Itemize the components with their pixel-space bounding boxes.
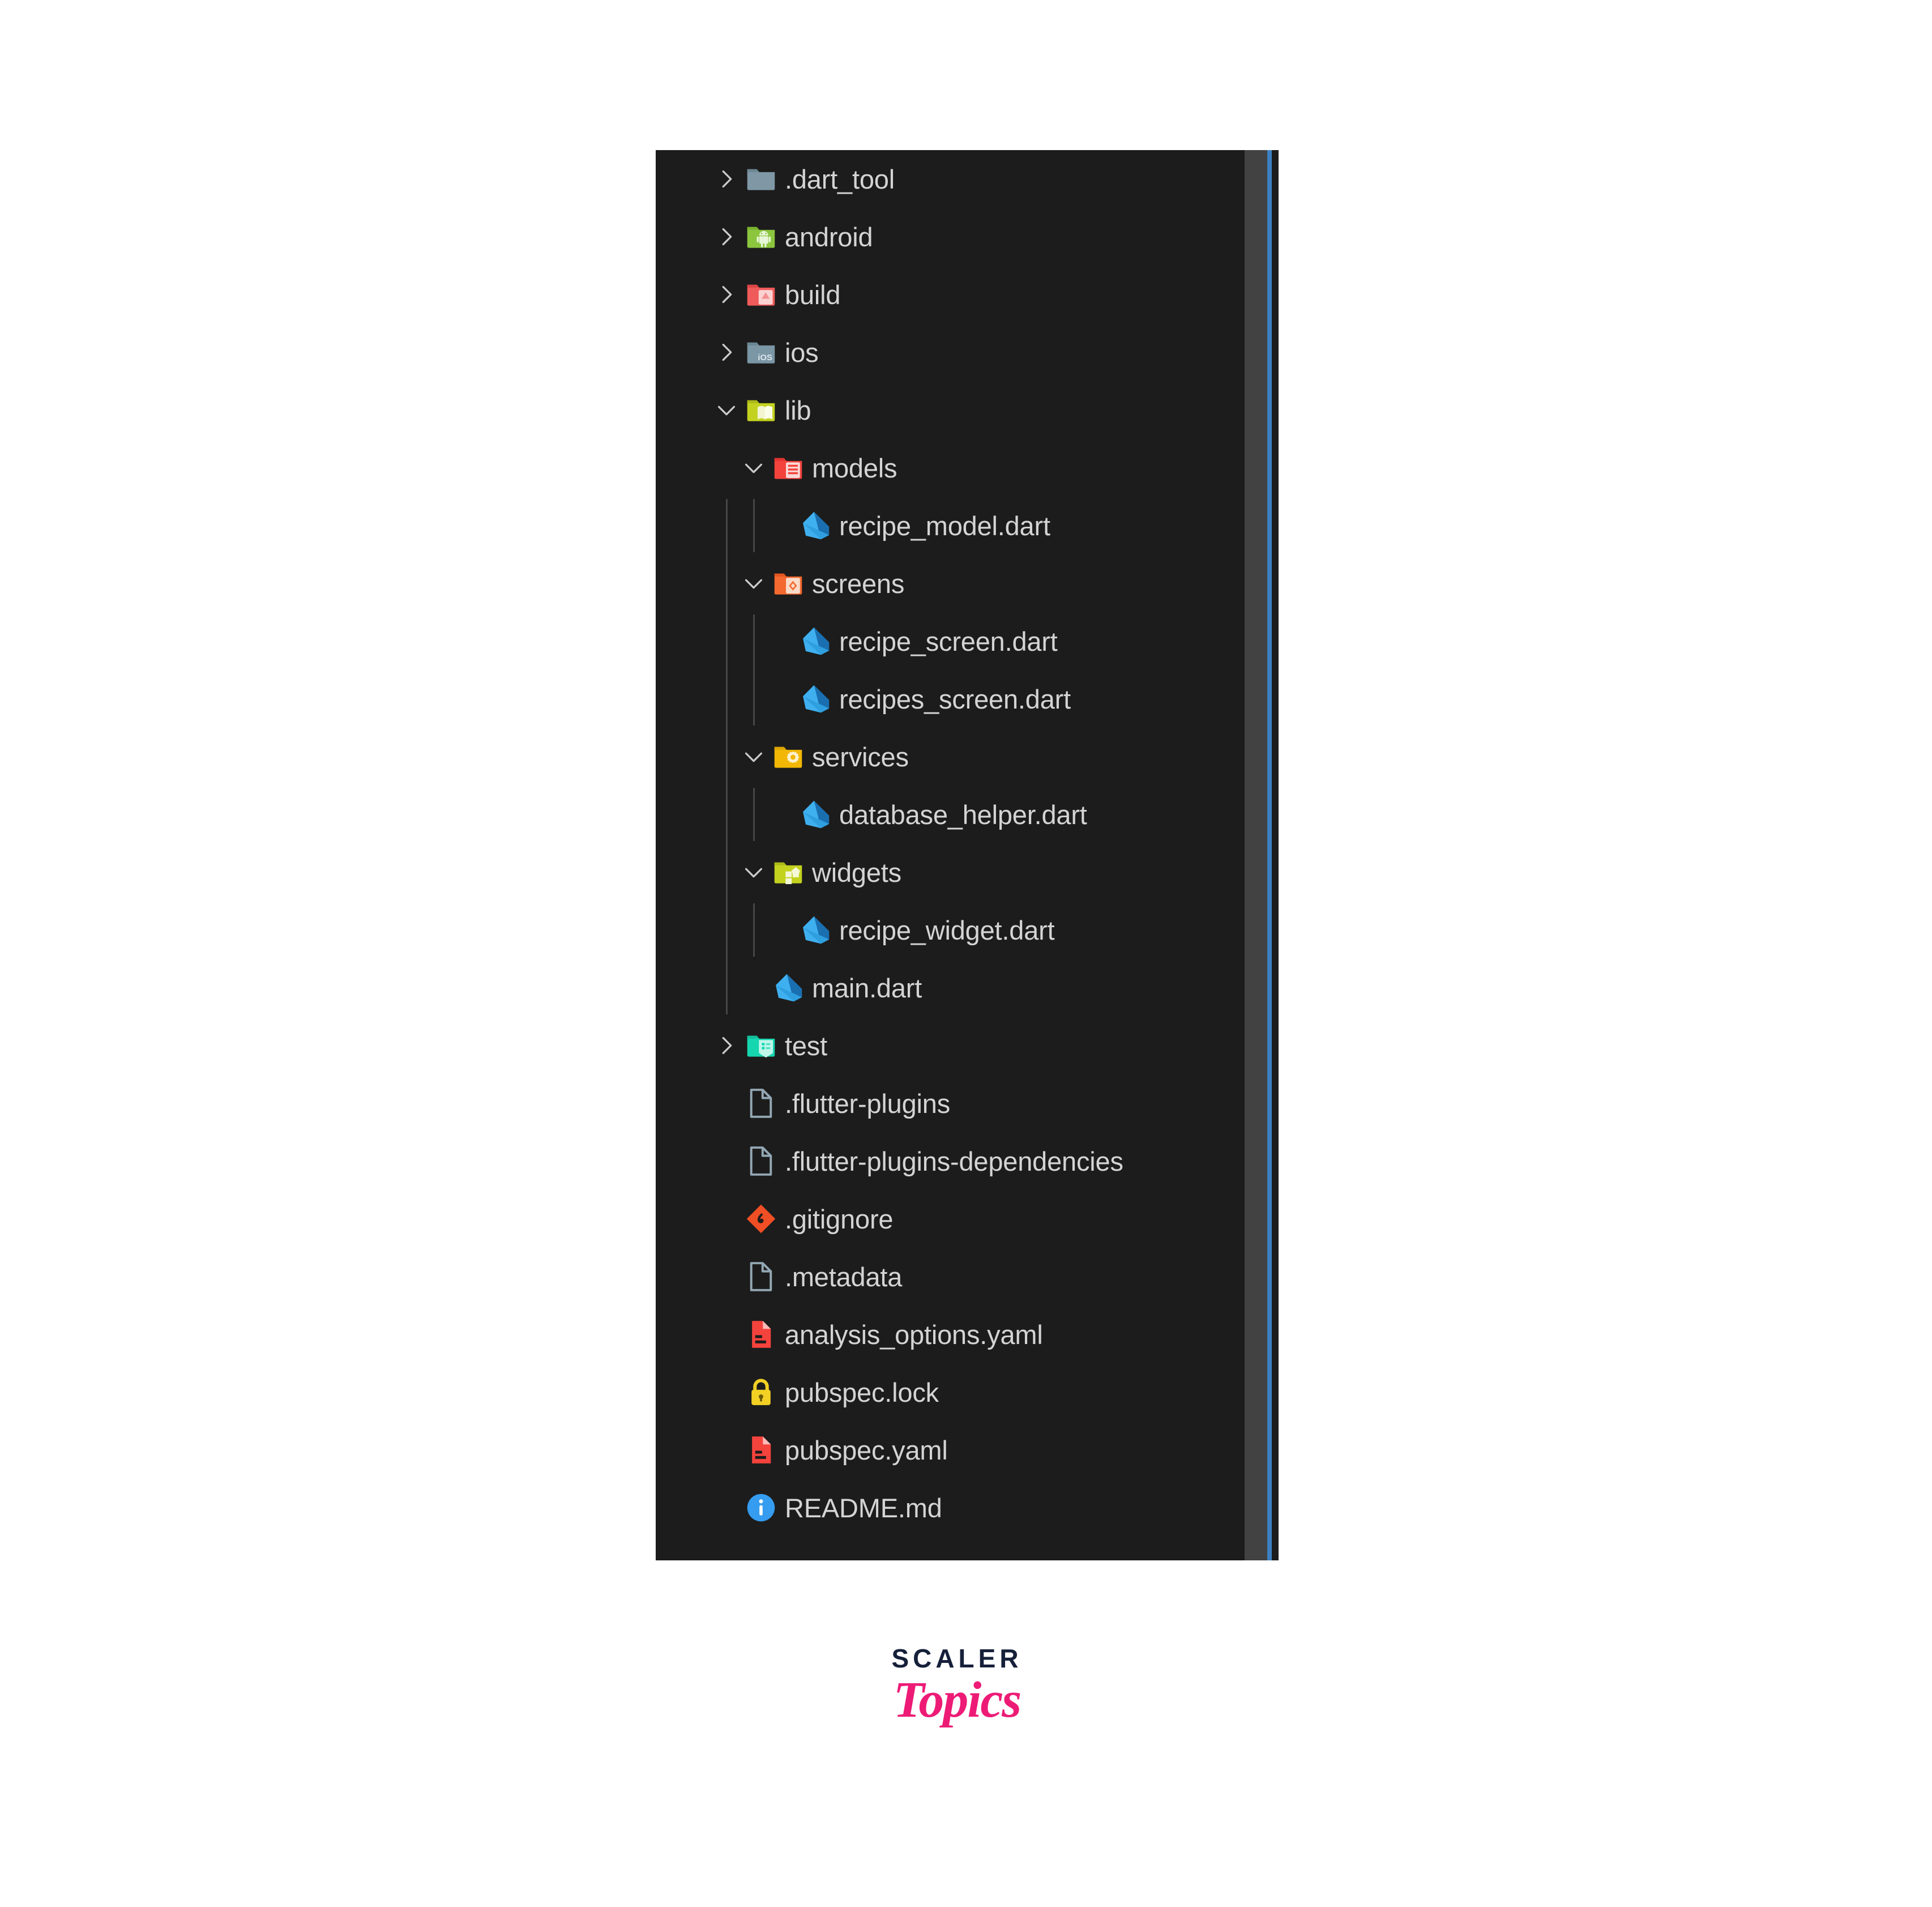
tree-file-row[interactable]: recipe_model.dart: [656, 497, 1245, 554]
chevron-down-icon[interactable]: [741, 744, 767, 770]
folder-widgets-icon: [772, 856, 804, 888]
tree-file-row[interactable]: .flutter-plugins-dependencies: [656, 1132, 1245, 1190]
folder-lib-icon: [745, 394, 777, 426]
lock-file-icon: [745, 1376, 777, 1408]
tree-file-row[interactable]: pubspec.lock: [656, 1363, 1245, 1421]
tree-item-label: screens: [812, 568, 905, 599]
tree-folder-row[interactable]: test: [656, 1017, 1245, 1074]
folder-services-icon: [772, 741, 804, 773]
info-file-icon: [745, 1492, 777, 1524]
yaml-file-icon: [745, 1434, 777, 1466]
scaler-topics-logo: SCALER Topics: [872, 1645, 1042, 1726]
logo-primary-text: SCALER: [891, 1644, 1023, 1673]
tree-file-row[interactable]: .flutter-plugins: [656, 1074, 1245, 1132]
tree-item-label: database_helper.dart: [839, 799, 1087, 830]
tree-item-label: pubspec.yaml: [785, 1435, 948, 1465]
tree-item-label: lib: [785, 395, 811, 425]
folder-dart-tool-icon: [745, 163, 777, 195]
folder-android-icon: [745, 221, 777, 253]
tree-item-label: .flutter-plugins-dependencies: [785, 1146, 1123, 1176]
folder-ios-icon: iOS: [745, 336, 777, 368]
tree-folder-row[interactable]: android: [656, 208, 1245, 266]
dart-file-icon: [800, 625, 831, 657]
yaml-file-icon: [745, 1319, 777, 1350]
tree-folder-row[interactable]: widgets: [656, 843, 1245, 901]
tree-folder-row[interactable]: services: [656, 728, 1245, 786]
file-tree: .dart_toolandroid build iOS ios lib models rec…: [656, 150, 1245, 1560]
generic-file-icon: [745, 1261, 777, 1292]
tree-item-label: .dart_tool: [785, 164, 895, 194]
tree-item-label: pubspec.lock: [785, 1377, 939, 1407]
tree-item-label: recipe_model.dart: [839, 510, 1050, 541]
tree-file-row[interactable]: README.md: [656, 1479, 1245, 1537]
tree-item-label: build: [785, 279, 841, 310]
generic-file-icon: [745, 1145, 777, 1177]
chevron-right-icon[interactable]: [713, 1033, 740, 1059]
tree-item-label: models: [812, 453, 897, 483]
dart-file-icon: [800, 914, 831, 946]
chevron-right-icon[interactable]: [713, 224, 740, 250]
vertical-scrollbar-thumb[interactable]: [1245, 150, 1270, 1560]
chevron-down-icon[interactable]: [741, 859, 767, 885]
dart-file-icon: [800, 799, 831, 830]
tree-item-label: services: [812, 741, 909, 772]
tree-item-label: android: [785, 221, 873, 252]
tree-item-label: recipes_screen.dart: [839, 684, 1071, 714]
chevron-right-icon[interactable]: [713, 339, 740, 365]
tree-item-label: analysis_options.yaml: [785, 1319, 1043, 1350]
tree-folder-row[interactable]: iOS ios: [656, 323, 1245, 381]
dart-file-icon: [800, 683, 831, 715]
tree-item-label: recipe_screen.dart: [839, 626, 1058, 656]
tree-file-row[interactable]: main.dart: [656, 959, 1245, 1017]
tree-item-label: widgets: [812, 857, 901, 888]
logo-secondary-text: Topics: [893, 1672, 1022, 1728]
folder-test-icon: [745, 1030, 777, 1061]
tree-folder-row[interactable]: build: [656, 266, 1245, 323]
file-explorer-panel: .dart_toolandroid build iOS ios lib models rec…: [656, 150, 1279, 1560]
tree-folder-row[interactable]: models: [656, 439, 1245, 497]
vertical-scrollbar-track[interactable]: [1245, 150, 1279, 1560]
tree-item-label: README.md: [785, 1492, 942, 1523]
folder-build-icon: [745, 279, 777, 310]
tree-file-row[interactable]: database_helper.dart: [656, 786, 1245, 843]
folder-screens-icon: [772, 568, 804, 599]
tree-folder-row[interactable]: .dart_tool: [656, 150, 1245, 208]
chevron-down-icon[interactable]: [741, 570, 767, 596]
tree-file-row[interactable]: recipe_screen.dart: [656, 612, 1245, 670]
folder-models-icon: [772, 452, 804, 484]
tree-item-label: .flutter-plugins: [785, 1088, 950, 1119]
tree-item-label: ios: [785, 337, 819, 368]
tree-file-row[interactable]: recipes_screen.dart: [656, 670, 1245, 728]
tree-item-label: .metadata: [785, 1261, 903, 1292]
tree-item-label: recipe_widget.dart: [839, 915, 1055, 945]
chevron-right-icon[interactable]: [713, 166, 740, 192]
tree-file-row[interactable]: pubspec.yaml: [656, 1421, 1245, 1479]
tree-folder-row[interactable]: lib: [656, 381, 1245, 439]
chevron-down-icon[interactable]: [741, 455, 767, 481]
chevron-down-icon[interactable]: [713, 397, 740, 423]
chevron-right-icon[interactable]: [713, 281, 740, 308]
tree-item-label: .gitignore: [785, 1204, 894, 1234]
tree-file-row[interactable]: analysis_options.yaml: [656, 1306, 1245, 1363]
tree-file-row[interactable]: .gitignore: [656, 1190, 1245, 1248]
generic-file-icon: [745, 1087, 777, 1119]
git-file-icon: [745, 1203, 777, 1235]
tree-item-label: main.dart: [812, 972, 922, 1003]
tree-file-row[interactable]: .metadata: [656, 1248, 1245, 1306]
tree-folder-row[interactable]: screens: [656, 554, 1245, 612]
dart-file-icon: [800, 510, 831, 541]
tree-file-row[interactable]: recipe_widget.dart: [656, 901, 1245, 959]
dart-file-icon: [772, 972, 804, 1004]
svg-text:iOS: iOS: [758, 353, 772, 362]
panel-accent-border: [1267, 150, 1272, 1560]
tree-item-label: test: [785, 1030, 827, 1061]
